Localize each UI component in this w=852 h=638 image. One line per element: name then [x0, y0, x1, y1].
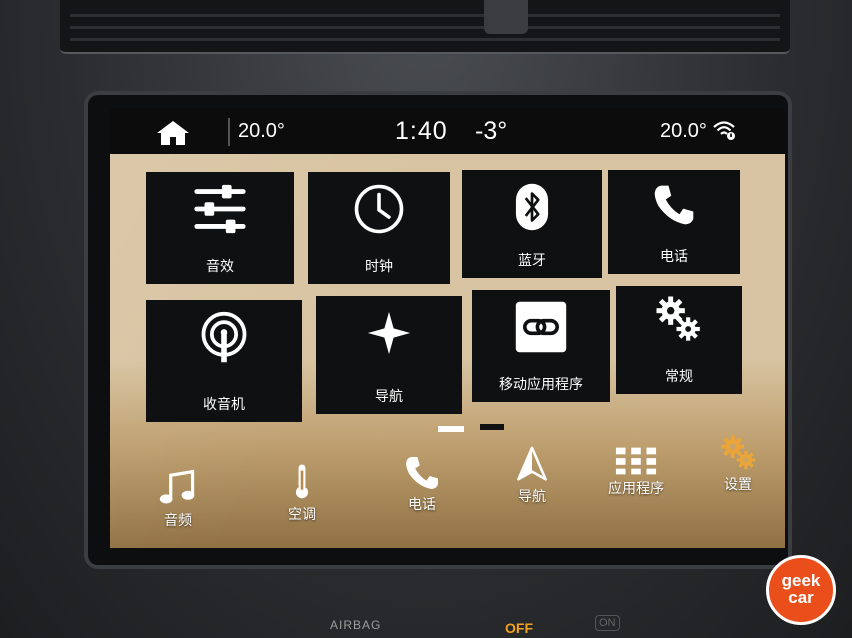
- radio-icon: [201, 311, 247, 363]
- tile-label: 收音机: [203, 396, 245, 412]
- tile-phone[interactable]: 电话: [608, 170, 740, 274]
- phone-icon: [654, 185, 694, 225]
- dock-label: 应用程序: [608, 480, 664, 496]
- tile-general[interactable]: 常规: [616, 286, 742, 394]
- home-icon[interactable]: [156, 120, 190, 146]
- tile-navigation[interactable]: 导航: [316, 296, 462, 414]
- music-note-icon: [159, 469, 195, 504]
- dock-phone[interactable]: 电话: [382, 454, 462, 514]
- air-vent: [60, 0, 790, 54]
- tile-mobile-apps[interactable]: 移动应用程序: [472, 290, 610, 402]
- driver-temp[interactable]: 20.0°: [238, 120, 285, 143]
- equalizer-icon: [194, 184, 246, 234]
- vent-knob: [484, 0, 528, 34]
- page-indicator-active[interactable]: [438, 426, 464, 432]
- watermark-line1: geek: [781, 571, 821, 590]
- tile-label: 音效: [206, 258, 234, 274]
- watermark-logo: geek car: [766, 555, 836, 625]
- apps-grid-icon: [615, 447, 657, 475]
- dock-label: 电话: [408, 496, 436, 512]
- tile-label: 蓝牙: [518, 252, 546, 268]
- infotainment-screen: 20.0° 1:40 -3° 20.0° 音效 时钟 蓝牙 电话 收音机 导航 …: [110, 108, 785, 548]
- outside-temp: -3°: [475, 117, 508, 145]
- dock-climate[interactable]: 空调: [262, 460, 342, 524]
- settings-gear-icon: [721, 435, 756, 470]
- tile-label: 时钟: [365, 258, 393, 274]
- passenger-temp[interactable]: 20.0°: [660, 120, 707, 143]
- airbag-label: AIRBAG: [330, 618, 382, 632]
- tile-radio[interactable]: 收音机: [146, 300, 302, 422]
- dock-label: 导航: [518, 488, 546, 504]
- dock-apps[interactable]: 应用程序: [596, 446, 676, 498]
- bluetooth-icon: [515, 183, 549, 231]
- dock-label: 空调: [288, 506, 316, 522]
- tile-clock[interactable]: 时钟: [308, 172, 450, 284]
- gears-icon: [656, 296, 700, 341]
- navigation-star-icon: [367, 311, 411, 355]
- status-separator: [228, 118, 230, 146]
- clock-icon: [354, 184, 404, 234]
- airbag-off-indicator: OFF: [505, 620, 533, 636]
- wifi-icon: [713, 121, 735, 140]
- thermometer-icon: [295, 464, 309, 499]
- tile-bluetooth[interactable]: 蓝牙: [462, 170, 602, 278]
- dock-label: 设置: [724, 476, 752, 492]
- watermark-line2: car: [788, 588, 814, 607]
- tile-label: 电话: [660, 248, 688, 264]
- tile-label: 导航: [375, 388, 403, 404]
- dock-navigation[interactable]: 导航: [492, 444, 572, 506]
- dock-settings[interactable]: 设置: [698, 432, 778, 494]
- clock-time: 1:40: [395, 117, 448, 145]
- tile-label: 常规: [665, 368, 693, 384]
- dock-audio[interactable]: 音频: [138, 468, 218, 530]
- navigation-arrow-icon: [517, 446, 547, 481]
- status-bar: 20.0° 1:40 -3° 20.0°: [110, 108, 785, 154]
- phone-icon: [406, 457, 438, 489]
- page-indicator[interactable]: [480, 424, 504, 430]
- mobile-apps-link-icon: [515, 301, 567, 353]
- dock-label: 音频: [164, 512, 192, 528]
- tile-sound[interactable]: 音效: [146, 172, 294, 284]
- tile-label: 移动应用程序: [499, 376, 583, 392]
- on-button[interactable]: ON: [595, 615, 620, 631]
